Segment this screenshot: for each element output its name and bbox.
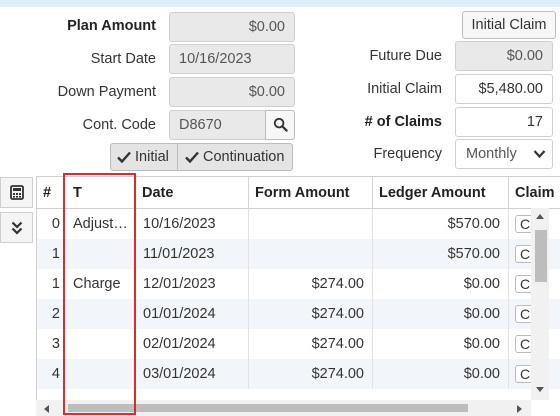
row-ledger-amount: $0.00 bbox=[373, 299, 509, 329]
start-date-label: Start Date bbox=[90, 51, 156, 67]
row-ledger-amount: $570.00 bbox=[373, 209, 509, 239]
continuation-toggle-label: Continuation bbox=[203, 149, 285, 165]
continuation-toggle[interactable]: Continuation bbox=[177, 143, 293, 171]
plan-amount-label: Plan Amount bbox=[67, 18, 156, 34]
row-date: 02/01/2024 bbox=[136, 329, 249, 359]
future-due-label: Future Due bbox=[369, 48, 442, 64]
row-ledger-amount: $0.00 bbox=[373, 269, 509, 299]
search-icon bbox=[273, 117, 288, 132]
down-payment-label: Down Payment bbox=[57, 84, 156, 100]
col-header-date[interactable]: Date bbox=[136, 177, 249, 209]
row-num: 2 bbox=[37, 299, 64, 329]
calculator-icon bbox=[9, 185, 24, 200]
scroll-right-arrow-icon[interactable] bbox=[516, 404, 524, 414]
vertical-scrollbar[interactable] bbox=[531, 208, 549, 400]
initial-claim-field[interactable]: $5,480.00 bbox=[455, 74, 553, 104]
scroll-up-arrow-icon[interactable] bbox=[535, 212, 545, 220]
cont-code-label: Cont. Code bbox=[82, 117, 156, 133]
col-header-form-amount[interactable]: Form Amount bbox=[249, 177, 373, 209]
row-ledger-amount: $0.00 bbox=[373, 359, 509, 389]
row-date: 12/01/2023 bbox=[136, 269, 249, 299]
col-header-ledger-amount[interactable]: Ledger Amount bbox=[373, 177, 509, 209]
row-form-amount: $274.00 bbox=[249, 299, 373, 329]
expand-button[interactable] bbox=[0, 212, 33, 243]
frequency-label: Frequency bbox=[373, 146, 442, 162]
check-icon bbox=[185, 151, 199, 164]
row-num: 4 bbox=[37, 359, 64, 389]
col-header-num[interactable]: # bbox=[37, 177, 64, 209]
cont-code-field: D8670 bbox=[169, 110, 266, 140]
row-date: 01/01/2024 bbox=[136, 299, 249, 329]
double-chevron-down-icon bbox=[11, 221, 22, 235]
row-form-amount: $274.00 bbox=[249, 329, 373, 359]
scroll-left-arrow-icon[interactable] bbox=[42, 404, 50, 414]
initial-claim-button[interactable]: Initial Claim bbox=[462, 11, 556, 39]
calculator-button[interactable] bbox=[0, 177, 33, 208]
num-claims-field[interactable]: 17 bbox=[455, 107, 553, 137]
row-form-amount: $274.00 bbox=[249, 269, 373, 299]
initial-toggle[interactable]: Initial bbox=[110, 143, 178, 171]
future-due-field: $0.00 bbox=[455, 41, 553, 71]
col-header-claim[interactable]: Claim bbox=[509, 177, 560, 209]
down-payment-field: $0.00 bbox=[169, 77, 295, 107]
row-num: 0 bbox=[37, 209, 64, 239]
frequency-value: Monthly bbox=[466, 146, 517, 162]
row-form-amount bbox=[249, 239, 373, 269]
row-ledger-amount: $0.00 bbox=[373, 329, 509, 359]
type-column-highlight bbox=[63, 173, 136, 415]
plan-amount-field: $0.00 bbox=[169, 12, 295, 42]
row-date: 10/16/2023 bbox=[136, 209, 249, 239]
chevron-down-icon bbox=[533, 150, 546, 159]
row-date: 11/01/2023 bbox=[136, 239, 249, 269]
frequency-select[interactable]: Monthly bbox=[455, 139, 553, 169]
start-date-field: 10/16/2023 bbox=[169, 44, 295, 74]
row-ledger-amount: $570.00 bbox=[373, 239, 509, 269]
scroll-down-arrow-icon[interactable] bbox=[535, 386, 545, 394]
row-num: 1 bbox=[37, 239, 64, 269]
top-strip bbox=[0, 0, 560, 7]
vertical-scroll-thumb[interactable] bbox=[535, 230, 547, 282]
num-claims-label: # of Claims bbox=[364, 114, 442, 130]
initial-toggle-label: Initial bbox=[135, 149, 169, 165]
row-num: 3 bbox=[37, 329, 64, 359]
search-button[interactable] bbox=[265, 110, 295, 140]
check-icon bbox=[117, 151, 131, 164]
row-form-amount: $274.00 bbox=[249, 359, 373, 389]
row-date: 03/01/2024 bbox=[136, 359, 249, 389]
row-form-amount bbox=[249, 209, 373, 239]
initial-claim-label: Initial Claim bbox=[367, 81, 442, 97]
row-num: 1 bbox=[37, 269, 64, 299]
